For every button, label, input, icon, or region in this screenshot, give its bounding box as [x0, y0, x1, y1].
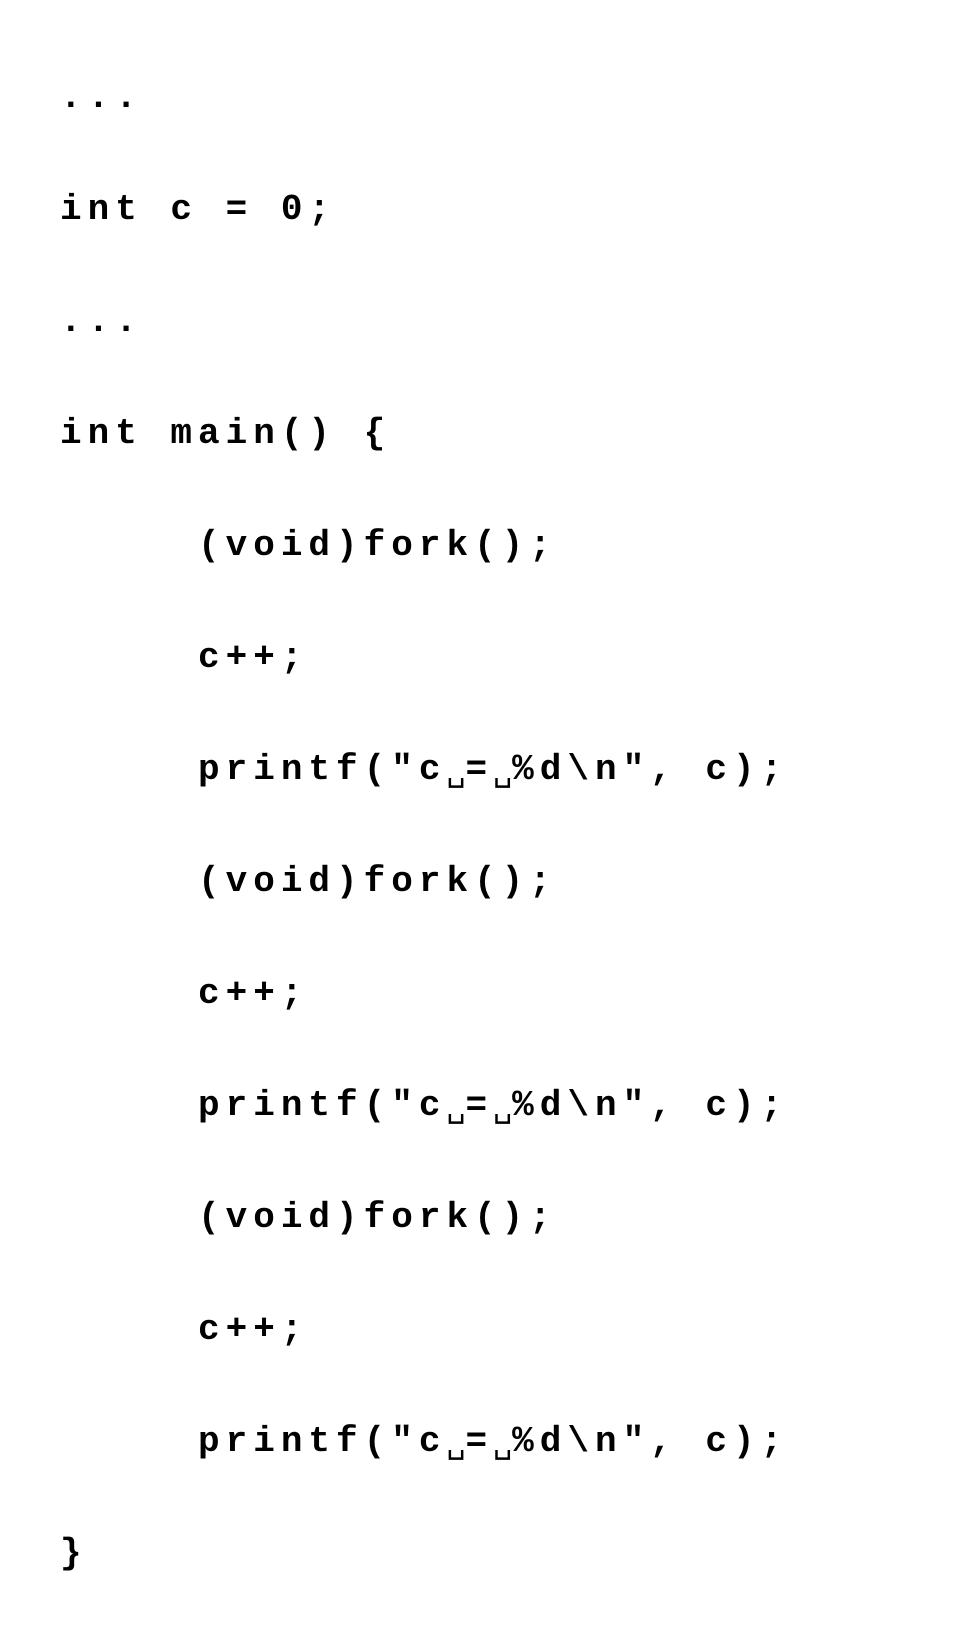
visible-space-icon: ␣	[446, 1095, 465, 1125]
visible-space-icon: ␣	[446, 1431, 465, 1461]
code-line: c++;	[60, 966, 980, 1022]
code-line: ...	[60, 70, 980, 126]
code-line: (void)fork();	[60, 1190, 980, 1246]
code-line: printf("c␣=␣%d\n", c);	[60, 1078, 980, 1134]
visible-space-icon: ␣	[493, 1095, 512, 1125]
code-line: (void)fork();	[60, 854, 980, 910]
code-line: ...	[60, 294, 980, 350]
code-line: (void)fork();	[60, 518, 980, 574]
code-line: printf("c␣=␣%d\n", c);	[60, 1414, 980, 1470]
visible-space-icon: ␣	[493, 759, 512, 789]
code-line: int main() {	[60, 406, 980, 462]
code-block: ... int c = 0; ... int main() { (void)fo…	[0, 0, 980, 1638]
code-line: int c = 0;	[60, 182, 980, 238]
code-line: c++;	[60, 630, 980, 686]
code-line: }	[60, 1526, 980, 1582]
code-line: printf("c␣=␣%d\n", c);	[60, 742, 980, 798]
visible-space-icon: ␣	[493, 1431, 512, 1461]
visible-space-icon: ␣	[446, 759, 465, 789]
code-line: c++;	[60, 1302, 980, 1358]
